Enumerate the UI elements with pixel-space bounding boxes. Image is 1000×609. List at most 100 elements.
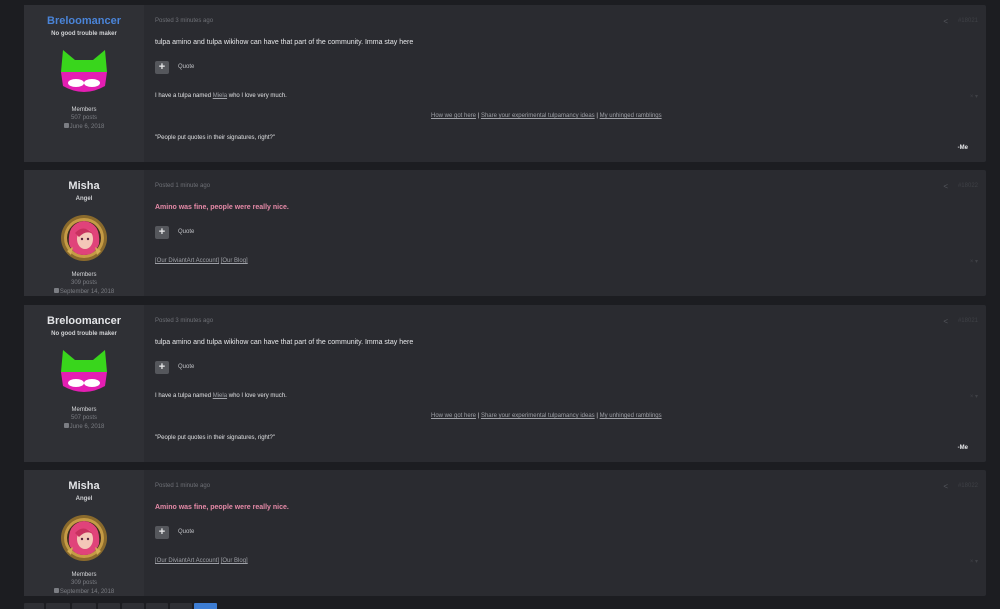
author-name[interactable]: Breloomancer xyxy=(24,315,144,327)
calendar-icon xyxy=(63,423,69,428)
share-icon[interactable]: < xyxy=(943,182,948,191)
author-panel: Misha Angel Members 309 posts September … xyxy=(24,470,144,596)
sig-link-how-we-got-here[interactable]: How we got here xyxy=(431,113,476,119)
signature-toggle[interactable]: × ▾ xyxy=(970,93,978,100)
join-date-row: September 14, 2018 xyxy=(24,588,144,595)
member-group: Members xyxy=(71,407,97,413)
share-icon[interactable]: < xyxy=(943,482,948,491)
signature-attribution: -Me xyxy=(957,445,968,451)
sig-link-blog[interactable]: [Our Blog] xyxy=(221,558,248,564)
avatar[interactable] xyxy=(57,46,111,100)
girl-avatar-icon xyxy=(61,215,107,261)
posted-time[interactable]: Posted 1 minute ago xyxy=(155,183,210,189)
join-date-row: June 6, 2018 xyxy=(24,423,144,430)
post-body: tulpa amino and tulpa wikihow can have t… xyxy=(155,339,414,346)
plus-icon: + xyxy=(158,361,166,373)
signature-toggle[interactable]: × ▾ xyxy=(970,393,978,400)
post-2: Misha Angel Members 309 posts September … xyxy=(24,170,986,296)
post-number[interactable]: #18021 xyxy=(958,18,978,24)
avatar[interactable] xyxy=(57,511,111,565)
join-date: September 14, 2018 xyxy=(59,289,115,295)
post-body: Amino was fine, people were really nice. xyxy=(155,504,289,511)
share-icon[interactable]: < xyxy=(943,17,948,26)
mask-avatar-icon xyxy=(61,350,107,392)
share-icon[interactable]: < xyxy=(943,317,948,326)
post-number[interactable]: #18021 xyxy=(958,318,978,324)
sig-link-blog[interactable]: [Our Blog] xyxy=(221,258,248,264)
post-3: Breloomancer No good trouble maker Membe… xyxy=(24,305,986,462)
pagination xyxy=(24,603,224,609)
sig-link-deviantart[interactable]: [Our DiviantArt Account] xyxy=(155,258,219,264)
sig-tulpa-link[interactable]: Miela xyxy=(213,393,227,399)
post-count: 309 posts xyxy=(70,280,98,286)
member-group: Members xyxy=(71,572,97,578)
page-button[interactable] xyxy=(46,603,70,609)
plus-icon: + xyxy=(158,526,166,538)
post-count: 309 posts xyxy=(70,580,98,586)
page-button[interactable] xyxy=(72,603,96,609)
author-panel: Misha Angel Members 309 posts September … xyxy=(24,170,144,296)
sig-link-ramblings[interactable]: My unhinged ramblings xyxy=(600,113,662,119)
sig-link-experimental-ideas[interactable]: Share your experimental tulpamancy ideas xyxy=(481,113,595,119)
page-button[interactable] xyxy=(98,603,120,609)
signature-toggle[interactable]: × ▾ xyxy=(970,258,978,265)
quote-link[interactable]: Quote xyxy=(178,529,194,535)
quote-link[interactable]: Quote xyxy=(178,364,194,370)
signature-line: [Our DiviantArt Account] [Our Blog] xyxy=(155,558,248,564)
author-name[interactable]: Misha xyxy=(24,480,144,492)
calendar-icon xyxy=(53,288,59,293)
plus-icon: + xyxy=(158,226,166,238)
post-body: tulpa amino and tulpa wikihow can have t… xyxy=(155,39,414,46)
girl-avatar-icon xyxy=(61,515,107,561)
signature-line-1: I have a tulpa named Miela who I love ve… xyxy=(155,93,287,99)
join-date: June 6, 2018 xyxy=(69,124,105,130)
posted-time[interactable]: Posted 3 minutes ago xyxy=(155,318,213,324)
signature-toggle[interactable]: × ▾ xyxy=(970,558,978,565)
page-button[interactable] xyxy=(146,603,168,609)
calendar-icon xyxy=(63,123,69,128)
sig-tulpa-link[interactable]: Miela xyxy=(213,93,227,99)
post-number[interactable]: #18022 xyxy=(958,483,978,489)
sig-link-how-we-got-here[interactable]: How we got here xyxy=(431,413,476,419)
post-content: Posted 3 minutes ago < #18021 tulpa amin… xyxy=(144,5,986,162)
post-content: Posted 1 minute ago < #18022 Amino was f… xyxy=(144,170,986,296)
multiquote-button[interactable]: + xyxy=(155,361,169,374)
sig-link-deviantart[interactable]: [Our DiviantArt Account] xyxy=(155,558,219,564)
post-body: Amino was fine, people were really nice. xyxy=(155,204,289,211)
signature-line: [Our DiviantArt Account] [Our Blog] xyxy=(155,258,248,264)
avatar[interactable] xyxy=(57,211,111,265)
signature-links: How we got here | Share your experimenta… xyxy=(431,113,662,119)
sig-text: who I love very much. xyxy=(228,93,287,99)
avatar[interactable] xyxy=(57,346,111,400)
quote-link[interactable]: Quote xyxy=(178,64,194,70)
signature-quote: "People put quotes in their signatures, … xyxy=(155,435,275,441)
author-name[interactable]: Breloomancer xyxy=(24,15,144,27)
signature-line-1: I have a tulpa named Miela who I love ve… xyxy=(155,393,287,399)
active-page-button[interactable] xyxy=(194,603,217,609)
multiquote-button[interactable]: + xyxy=(155,526,169,539)
member-group: Members xyxy=(71,272,97,278)
posted-time[interactable]: Posted 3 minutes ago xyxy=(155,18,213,24)
join-date-row: September 14, 2018 xyxy=(24,288,144,295)
signature-attribution: -Me xyxy=(957,145,968,151)
sig-text: I have a tulpa named xyxy=(155,393,212,399)
author-title: Angel xyxy=(75,196,93,202)
author-name[interactable]: Misha xyxy=(24,180,144,192)
author-title: Angel xyxy=(75,496,93,502)
multiquote-button[interactable]: + xyxy=(155,61,169,74)
page-button[interactable] xyxy=(24,603,44,609)
posted-time[interactable]: Posted 1 minute ago xyxy=(155,483,210,489)
post-content: Posted 1 minute ago < #18022 Amino was f… xyxy=(144,470,986,596)
sig-link-ramblings[interactable]: My unhinged ramblings xyxy=(600,413,662,419)
join-date: September 14, 2018 xyxy=(59,589,115,595)
page-button[interactable] xyxy=(122,603,144,609)
quote-link[interactable]: Quote xyxy=(178,229,194,235)
multiquote-button[interactable]: + xyxy=(155,226,169,239)
author-title: No good trouble maker xyxy=(51,331,117,337)
post-4: Misha Angel Members 309 posts September … xyxy=(24,470,986,596)
post-number[interactable]: #18022 xyxy=(958,183,978,189)
join-date-row: June 6, 2018 xyxy=(24,123,144,130)
page-button[interactable] xyxy=(170,603,192,609)
post-count: 507 posts xyxy=(70,415,98,421)
sig-link-experimental-ideas[interactable]: Share your experimental tulpamancy ideas xyxy=(481,413,595,419)
